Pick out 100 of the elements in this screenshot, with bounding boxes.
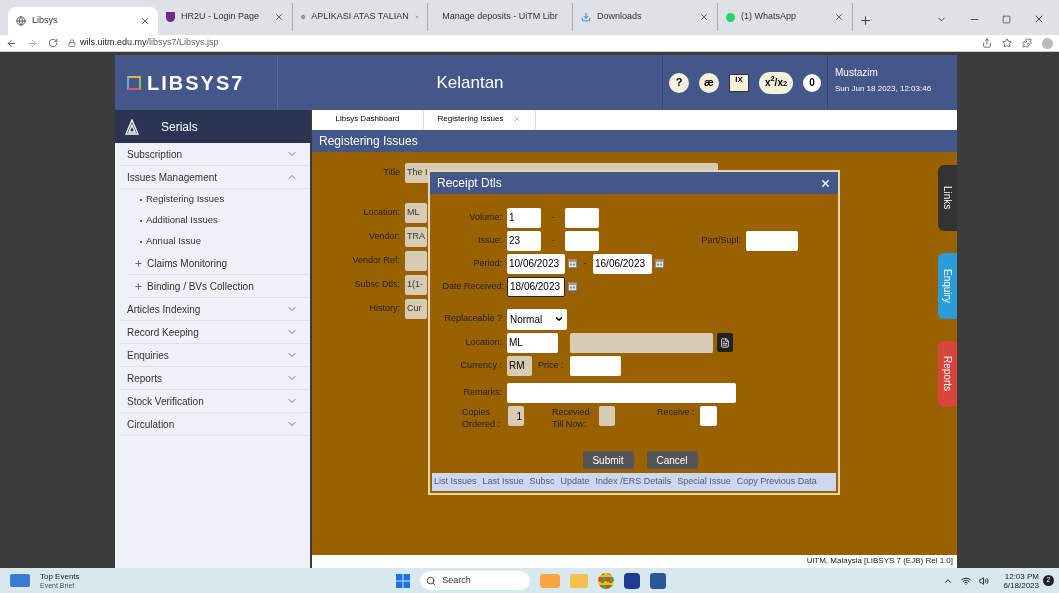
calendar-icon[interactable] [568,259,577,268]
issue-from-field[interactable]: 23 [507,230,541,251]
app-icon[interactable] [624,572,641,589]
replaceable-select[interactable]: Normal [507,308,567,330]
download-icon [581,12,591,22]
network-icon[interactable] [961,575,971,586]
menu-item[interactable]: Record Keeping [120,321,310,344]
submit-button[interactable]: Submit [582,451,634,469]
extensions-icon[interactable] [1022,38,1032,48]
text-field[interactable]: TRA [405,227,427,247]
date-field[interactable]: 10/06/2023 [507,253,565,274]
bookmark-icon[interactable] [1002,38,1012,48]
search-icon [426,575,437,586]
submenu-item[interactable]: Registering Issues [146,192,225,207]
currency-field[interactable]: RM [507,355,532,376]
text-field[interactable]: Cur [405,299,427,319]
calendar-icon[interactable] [568,282,577,291]
price-field[interactable] [570,355,621,376]
link[interactable]: List Issues [434,475,477,489]
close-icon[interactable] [834,12,844,22]
menu-item[interactable]: Articles Indexing [120,298,310,321]
date-field[interactable]: 18/06/2023 [507,276,565,297]
date-time: Sun Jun 18 2023, 12:03:46 [835,83,933,95]
menu-item[interactable]: Subscription [120,143,310,166]
link[interactable]: Update [560,475,590,489]
start-icon[interactable] [396,573,411,588]
tab-title: HR2U - Login Page [181,10,261,24]
text-field[interactable]: ML [405,203,427,223]
browser-tab[interactable]: (1) WhatsApp [718,3,853,31]
volume-from-field[interactable]: 1 [507,207,541,228]
maximize-icon[interactable] [1002,14,1011,24]
side-tab[interactable]: Links [938,165,957,231]
close-icon[interactable] [274,12,284,22]
part-field[interactable] [746,230,798,251]
menu-item[interactable]: Stock Verification [120,390,310,413]
menu-item[interactable]: Enquiries [120,344,310,367]
clock-date: 6/18/2023 [1003,580,1039,590]
close-icon[interactable] [699,12,709,22]
volume-to-field[interactable] [565,207,599,228]
user-name: Mustazim [835,66,879,80]
field-label: Vendor Ref: [351,254,400,267]
search-field[interactable]: Search [420,571,531,590]
link[interactable]: Copy Previous Data [736,475,817,489]
browser-tab[interactable]: Manage deposits - UiTM Libr [428,3,573,31]
close-icon[interactable] [1033,13,1045,25]
field-label: Currency : [459,358,502,372]
plus-icon [134,258,143,268]
dialog-title: Receipt Dtls [437,175,502,192]
reload-icon[interactable] [48,38,58,48]
location-field[interactable]: ML [507,332,558,353]
tab-title: Libsys [32,14,59,28]
link[interactable]: Subsc [529,475,555,489]
tab-title: (1) WhatsApp [741,10,798,24]
issue-to-field[interactable] [565,230,599,251]
notification-count[interactable]: 0 [803,73,821,92]
copies-field[interactable]: 1 [508,406,524,426]
submenu-item[interactable]: Additional Issues [146,213,218,228]
close-icon[interactable] [140,16,150,26]
link[interactable]: Index /ERS Details [595,475,672,489]
separator: - [582,256,588,270]
submenu-item[interactable]: Claims Monitoring [147,255,228,271]
browser-icon[interactable] [598,572,615,589]
submenu-item[interactable]: Binding / BVs Collection [147,278,254,294]
module-icon [125,118,139,135]
tool-button[interactable]: æ [699,72,719,93]
lookup-button[interactable] [717,333,733,352]
side-tab[interactable]: Reports [938,341,957,407]
browser-tab[interactable]: HR2U - Login Page [158,3,293,31]
date-field[interactable]: 16/06/2023 [593,253,652,274]
submenu-item[interactable]: Annual Issue [146,234,201,249]
close-icon[interactable] [820,177,831,189]
menu-item[interactable]: Reports [120,367,310,390]
menu-item[interactable]: Issues Management [120,166,310,189]
receive-field[interactable] [699,406,717,426]
lock-icon [68,39,76,47]
cancel-button[interactable]: Cancel [646,451,698,469]
page-title: Registering Issues [312,130,957,152]
new-tab-icon[interactable] [859,14,872,27]
browser-tab[interactable]: Libsys [8,7,158,35]
share-icon[interactable] [982,38,992,48]
calendar-icon[interactable] [655,259,664,268]
index-tool-button[interactable]: IX [729,73,749,92]
browser-tab[interactable]: APLIKASI ATAS TALIAN [293,3,428,31]
volume-icon[interactable] [979,575,989,586]
menu-item[interactable]: Circulation [120,413,310,436]
text-field[interactable]: 1(1- [405,275,427,295]
text-field[interactable] [405,251,427,271]
received-count-field [599,406,615,426]
word-icon[interactable] [650,572,667,589]
field-label: Period: [472,256,502,270]
link[interactable]: Last Issue [482,475,524,489]
browser-tab[interactable]: Downloads [573,3,718,31]
link[interactable]: Special Issue [677,475,731,489]
back-icon[interactable] [6,37,17,49]
tool-button[interactable]: x$^{2}$/x$_{2}$ [759,71,793,94]
remarks-field[interactable] [507,382,736,403]
tool-button[interactable]: ? [669,72,689,93]
field-label: Replaceable ? [443,312,502,326]
footer-text: UiTM, Malaysia [LIBSYS 7 (EJB) Rel 1.0] [312,555,957,568]
separator: - [550,233,556,247]
